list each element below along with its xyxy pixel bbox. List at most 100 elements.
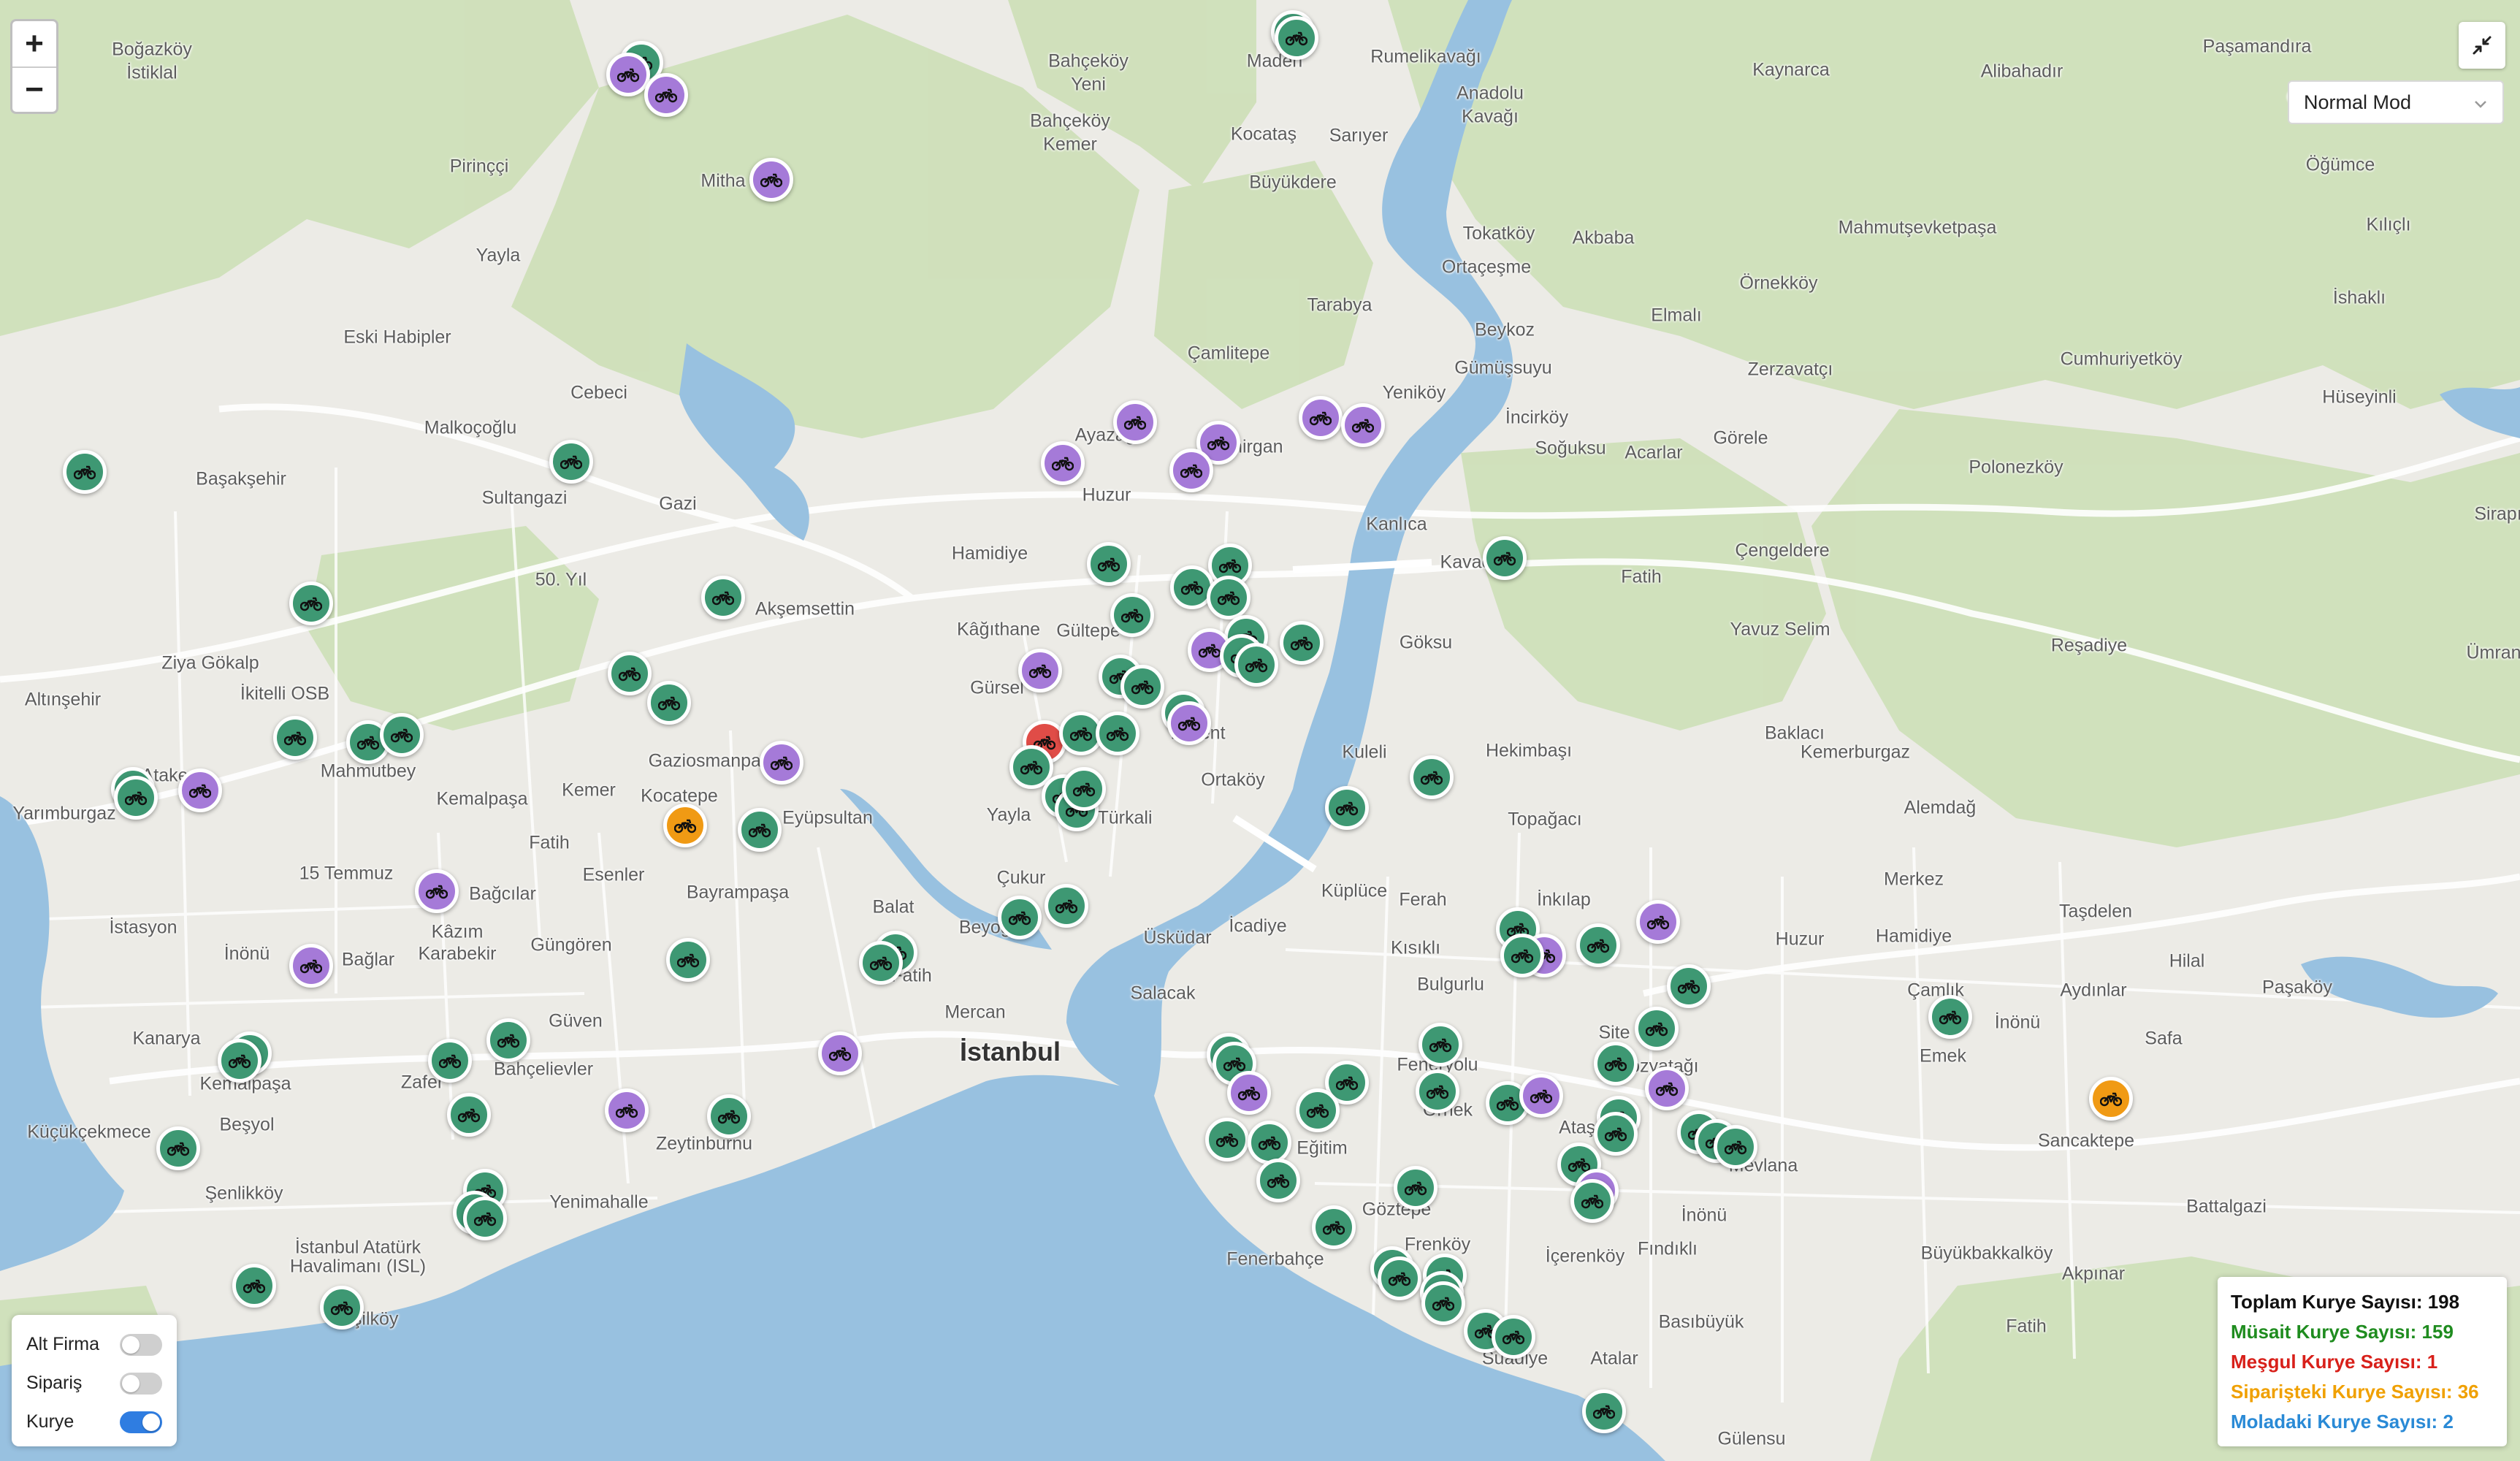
courier-marker-available[interactable]: [1062, 767, 1106, 811]
courier-marker-available[interactable]: [1416, 1069, 1459, 1113]
courier-marker-available[interactable]: [1280, 621, 1324, 665]
courier-marker-available[interactable]: [1256, 1159, 1300, 1202]
motorcycle-icon: [1646, 1022, 1668, 1037]
alt-firma-toggle[interactable]: [120, 1333, 162, 1356]
courier-marker-available[interactable]: [1096, 712, 1139, 755]
siparis-toggle[interactable]: [120, 1372, 162, 1395]
courier-marker-available[interactable]: [701, 576, 745, 619]
courier-marker-available[interactable]: [647, 681, 691, 725]
motorcycle-icon: [1494, 552, 1516, 566]
courier-marker-moving[interactable]: [749, 158, 793, 202]
courier-marker-available[interactable]: [156, 1126, 200, 1170]
courier-marker-moving[interactable]: [818, 1031, 862, 1075]
courier-marker-available[interactable]: [1045, 884, 1088, 928]
zoom-control: + −: [10, 19, 58, 114]
motorcycle-icon: [1432, 1297, 1454, 1311]
courier-marker-moving[interactable]: [415, 869, 459, 913]
courier-marker-available[interactable]: [1087, 542, 1131, 586]
courier-marker-available[interactable]: [1594, 1042, 1638, 1086]
courier-marker-available[interactable]: [1394, 1166, 1437, 1210]
courier-marker-moving[interactable]: [1227, 1071, 1271, 1115]
courier-marker-moving[interactable]: [605, 1088, 649, 1132]
courier-marker-moving[interactable]: [1018, 649, 1062, 693]
map-mode-select[interactable]: Normal Mod: [2288, 80, 2504, 124]
courier-marker-available[interactable]: [114, 776, 158, 820]
courier-marker-available[interactable]: [1421, 1281, 1465, 1325]
courier-marker-available[interactable]: [289, 581, 333, 625]
courier-marker-available[interactable]: [1500, 934, 1544, 977]
courier-marker-available[interactable]: [1120, 665, 1164, 709]
motorcycle-icon: [1605, 1057, 1627, 1072]
courier-marker-available[interactable]: [1378, 1256, 1421, 1300]
courier-marker-moving[interactable]: [1636, 900, 1680, 944]
courier-marker-available[interactable]: [1928, 995, 1972, 1039]
courier-marker-available[interactable]: [273, 716, 317, 760]
courier-marker-delivering[interactable]: [2089, 1077, 2133, 1121]
motorcycle-icon: [718, 1110, 740, 1124]
courier-marker-available[interactable]: [1576, 923, 1620, 967]
courier-marker-available[interactable]: [1410, 755, 1454, 799]
courier-marker-moving[interactable]: [644, 73, 688, 117]
courier-marker-available[interactable]: [1207, 576, 1251, 619]
courier-marker-available[interactable]: [232, 1264, 276, 1308]
courier-marker-available[interactable]: [549, 440, 593, 484]
courier-marker-available[interactable]: [1492, 1315, 1535, 1359]
courier-marker-available[interactable]: [486, 1018, 530, 1062]
courier-marker-available[interactable]: [1483, 536, 1527, 580]
motorcycle-icon: [1336, 801, 1358, 816]
courier-marker-available[interactable]: [666, 938, 710, 982]
motorcycle-icon: [1323, 1221, 1345, 1235]
motorcycle-icon: [619, 667, 641, 682]
zoom-in-button[interactable]: +: [12, 21, 56, 66]
courier-marker-moving[interactable]: [1341, 403, 1385, 447]
kurye-toggle[interactable]: [120, 1411, 162, 1433]
courier-marker-moving[interactable]: [178, 768, 222, 812]
motorcycle-icon: [1421, 771, 1443, 785]
courier-marker-available[interactable]: [1419, 1023, 1462, 1067]
courier-marker-available[interactable]: [998, 896, 1042, 939]
courier-marker-available[interactable]: [1312, 1205, 1356, 1249]
courier-marker-delivering[interactable]: [663, 804, 707, 847]
courier-marker-available[interactable]: [63, 450, 107, 494]
courier-marker-available[interactable]: [320, 1286, 364, 1330]
courier-marker-available[interactable]: [738, 808, 782, 852]
courier-marker-moving[interactable]: [1645, 1067, 1689, 1110]
courier-marker-available[interactable]: [1635, 1007, 1679, 1050]
courier-marker-moving[interactable]: [289, 944, 333, 988]
motorcycle-icon: [1181, 581, 1203, 595]
courier-marker-available[interactable]: [1714, 1125, 1757, 1169]
courier-marker-available[interactable]: [428, 1039, 472, 1083]
courier-marker-available[interactable]: [608, 652, 652, 695]
courier-marker-available[interactable]: [1594, 1112, 1638, 1156]
courier-marker-moving[interactable]: [606, 53, 650, 96]
courier-marker-available[interactable]: [1582, 1389, 1626, 1433]
motorcycle-icon: [2100, 1092, 2122, 1107]
map-view[interactable]: Boğazköy İstiklal Bahçeköy Yeni Bahçeköy Keme…: [0, 0, 2520, 1461]
courier-marker-available[interactable]: [218, 1039, 261, 1083]
courier-marker-available[interactable]: [463, 1197, 507, 1240]
courier-marker-available[interactable]: [1205, 1118, 1249, 1161]
courier-marker-moving[interactable]: [760, 741, 803, 785]
courier-marker-available[interactable]: [1570, 1179, 1614, 1223]
motorcycle-icon: [677, 953, 699, 968]
courier-marker-available[interactable]: [707, 1094, 751, 1138]
fullscreen-toggle-button[interactable]: [2459, 22, 2505, 69]
courier-marker-available[interactable]: [447, 1093, 491, 1137]
courier-marker-available[interactable]: [1296, 1088, 1340, 1132]
courier-marker-moving[interactable]: [1169, 449, 1213, 492]
courier-marker-available[interactable]: [859, 941, 903, 985]
zoom-out-button[interactable]: −: [12, 66, 56, 112]
courier-marker-available[interactable]: [1248, 1121, 1291, 1164]
courier-marker-available[interactable]: [1325, 786, 1369, 830]
courier-marker-available[interactable]: [1234, 643, 1278, 687]
courier-marker-moving[interactable]: [1299, 396, 1343, 440]
courier-marker-available[interactable]: [1275, 16, 1318, 60]
courier-marker-available[interactable]: [1667, 964, 1711, 1008]
courier-marker-available[interactable]: [1110, 593, 1154, 637]
courier-marker-moving[interactable]: [1113, 400, 1157, 444]
courier-marker-available[interactable]: [380, 713, 424, 757]
courier-marker-moving[interactable]: [1041, 441, 1085, 485]
courier-marker-moving[interactable]: [1167, 701, 1211, 745]
courier-marker-moving[interactable]: [1519, 1074, 1563, 1118]
motorcycle-icon: [1219, 559, 1241, 573]
